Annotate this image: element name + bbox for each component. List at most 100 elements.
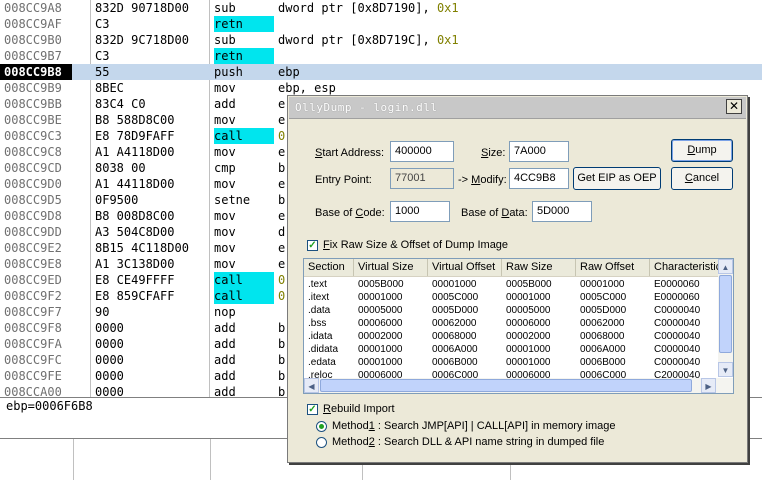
section-cell: 00068000: [432, 331, 477, 342]
section-cell: 00001000: [506, 357, 551, 368]
disasm-hex-bytes: B8 588D8C00: [95, 113, 175, 127]
section-row[interactable]: .didata 00001000 0006A000 00001000 0006A000 C…: [304, 343, 719, 356]
fix-raw-size-label-text: ix Raw Size & Offset of Dump Image: [329, 239, 509, 251]
get-eip-as-oep-button[interactable]: Get EIP as OEP: [573, 167, 661, 190]
checkmark-icon: ✓: [308, 240, 317, 251]
rebuild-import-checkbox[interactable]: ✓: [307, 404, 318, 415]
section-row[interactable]: .edata 00001000 0006B000 00001000 0006B000 C0…: [304, 356, 719, 369]
section-row[interactable]: .text 0005B000 00001000 0005B000 00001000 E00…: [304, 278, 719, 291]
column-header[interactable]: Raw Offset: [576, 259, 650, 276]
disasm-operands: e: [278, 112, 285, 128]
horizontal-scrollbar[interactable]: ◀ ▶: [304, 378, 733, 393]
column-header[interactable]: Virtual Size: [354, 259, 428, 276]
modify-field[interactable]: 4CC9B8: [509, 168, 569, 189]
disasm-operand-number: 0x1: [436, 33, 459, 47]
dialog-titlebar[interactable]: OllyDump - login.dll ✕: [289, 97, 746, 119]
disasm-operand-text: e: [278, 97, 286, 111]
disasm-hex-bytes: E8 859CFAFF: [95, 289, 175, 303]
disasm-operands: b: [278, 160, 285, 176]
disasm-operand-text: b: [278, 337, 286, 351]
fix-raw-size-checkbox[interactable]: ✓: [307, 240, 318, 251]
disasm-mnemonic: retn: [214, 48, 274, 64]
disasm-address: 008CC9C8: [4, 145, 62, 159]
disasm-hex-bytes: 55: [95, 65, 110, 79]
column-header[interactable]: Virtual Offset: [428, 259, 502, 276]
section-row[interactable]: .idata 00002000 00068000 00002000 00068000 C0…: [304, 330, 719, 343]
disasm-mnemonic: add: [214, 353, 236, 367]
disasm-operands: dword ptr [0x8D7190], 0x1: [278, 0, 459, 16]
checkmark-icon: ✓: [308, 404, 317, 415]
disasm-address: 008CC9BE: [4, 113, 62, 127]
rebuild-import-label-accel: R: [323, 403, 331, 415]
disasm-address: 008CC9C3: [4, 129, 62, 143]
start-address-field[interactable]: 400000: [390, 141, 454, 162]
scroll-left-icon[interactable]: ◀: [304, 378, 319, 393]
column-header[interactable]: Section: [304, 259, 354, 276]
section-row[interactable]: .bss 00006000 00062000 00006000 00062000 C000…: [304, 317, 719, 330]
section-cell: 0006A000: [580, 344, 626, 355]
disasm-address: 008CC9F2: [4, 289, 62, 303]
base-of-code-label: Base of Code:: [315, 207, 385, 219]
column-header[interactable]: Characteristic: [650, 259, 720, 276]
disasm-row[interactable]: 008CC9B7 C3 retn: [0, 48, 762, 64]
base-of-data-field[interactable]: 5D000: [532, 201, 592, 222]
method2-radio[interactable]: [316, 437, 327, 448]
size-label-text: ize:: [488, 147, 506, 159]
base-of-code-field[interactable]: 1000: [390, 201, 450, 222]
start-address-label-text: tart Address:: [322, 147, 385, 159]
cancel-button[interactable]: Cancel: [671, 167, 733, 190]
section-cell: 0006B000: [432, 357, 478, 368]
disasm-address: 008CC9F7: [4, 305, 62, 319]
disasm-operand-text: e: [278, 257, 286, 271]
disasm-row[interactable]: 008CC9A8 832D 90718D00 sub dword ptr [0x8D7…: [0, 0, 762, 16]
section-row[interactable]: .itext 00001000 0005C000 00001000 0005C000 E0…: [304, 291, 719, 304]
disasm-row[interactable]: 008CC9B0 832D 9C718D00 sub dword ptr [0x8D7…: [0, 32, 762, 48]
disasm-address: 008CC9D5: [4, 193, 62, 207]
disasm-mnemonic: add: [214, 321, 236, 335]
size-field[interactable]: 7A000: [509, 141, 569, 162]
disasm-operand-number: 0: [278, 289, 286, 303]
dump-button[interactable]: Dump: [671, 139, 733, 162]
disasm-hex-bytes: A1 A4118D00: [95, 145, 175, 159]
disasm-mnemonic: push: [214, 65, 243, 79]
section-cell: 00006000: [506, 318, 551, 329]
close-button[interactable]: ✕: [726, 99, 742, 114]
method1-radio[interactable]: [316, 421, 327, 432]
disasm-address: 008CC9B8: [0, 64, 72, 80]
disasm-operand-text: e: [278, 145, 286, 159]
vertical-scroll-thumb[interactable]: [719, 275, 732, 353]
disasm-hex-bytes: A3 504C8D00: [95, 225, 175, 239]
disasm-hex-bytes: 8038 00: [95, 161, 146, 175]
modify-label: -> Modify:: [458, 174, 507, 186]
column-header[interactable]: Raw Size: [502, 259, 576, 276]
method1-label-text: : Search JMP[API] | CALL[API] in memory …: [374, 420, 616, 432]
start-address-label: Start Address:: [315, 147, 384, 159]
disasm-row[interactable]: 008CC9B8 55 push ebp: [0, 64, 762, 80]
disasm-mnemonic: sub: [214, 1, 236, 15]
horizontal-scroll-thumb[interactable]: [320, 379, 692, 392]
disasm-address: 008CC9FE: [4, 369, 62, 383]
scroll-down-icon[interactable]: ▼: [718, 362, 733, 377]
disasm-hex-bytes: 832D 90718D00: [95, 1, 189, 15]
modify-label-arrow: ->: [458, 174, 472, 186]
disasm-operand-number: 0: [278, 273, 286, 287]
scroll-up-icon[interactable]: ▲: [718, 259, 733, 274]
disasm-mnemonic: retn: [214, 16, 274, 32]
section-cell: 00005000: [358, 305, 403, 316]
section-cell: 0006B000: [580, 357, 626, 368]
disasm-row[interactable]: 008CC9B9 8BEC mov ebp, esp: [0, 80, 762, 96]
disasm-hex-bytes: 0000: [95, 369, 124, 383]
sections-header: Section Virtual Size Virtual Offset Raw Siz…: [304, 259, 720, 277]
modify-label-accel: M: [471, 174, 481, 186]
ollydump-dialog: OllyDump - login.dll ✕ Start Address: 40…: [287, 95, 748, 463]
section-cell: .idata: [308, 331, 333, 342]
vertical-scrollbar[interactable]: ▲ ▼: [718, 259, 733, 377]
disasm-row[interactable]: 008CC9AF C3 retn: [0, 16, 762, 32]
section-row[interactable]: .data 00005000 0005D000 00005000 0005D000 C00…: [304, 304, 719, 317]
disasm-mnemonic: add: [214, 337, 236, 351]
disasm-hex-bytes: C3: [95, 49, 110, 63]
scroll-right-icon[interactable]: ▶: [701, 378, 716, 393]
section-cell: 00001000: [358, 344, 403, 355]
sections-list[interactable]: Section Virtual Size Virtual Offset Raw Siz…: [303, 258, 734, 394]
disasm-operand-text: ebp, esp: [278, 81, 336, 95]
